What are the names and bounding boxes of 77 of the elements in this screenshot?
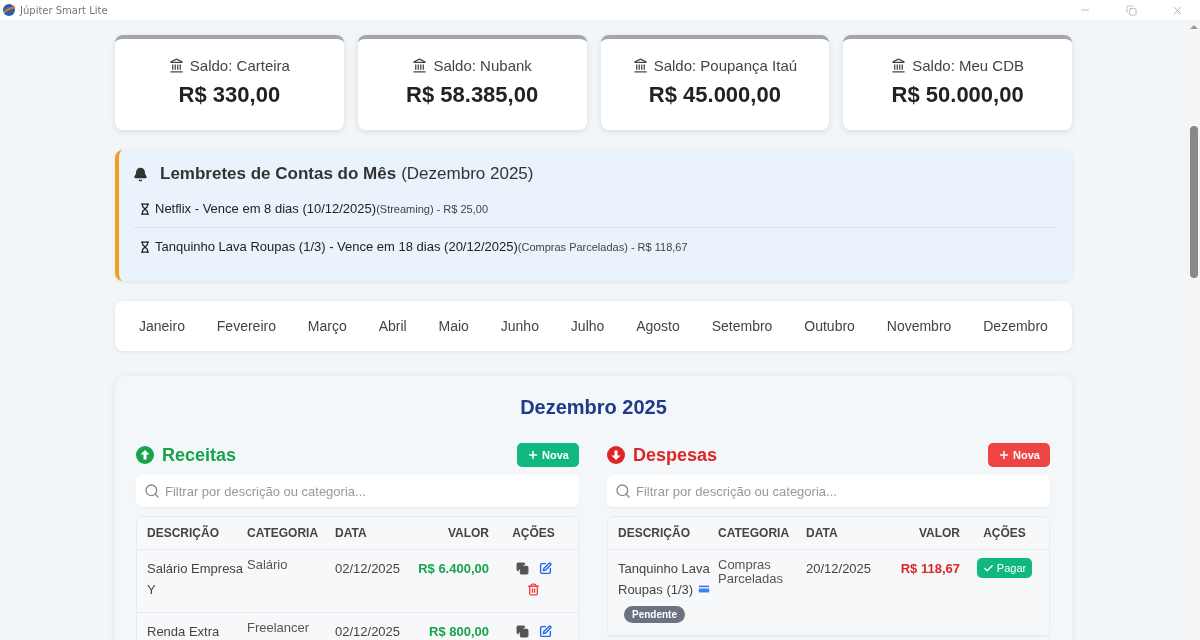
hourglass-icon: [139, 240, 151, 253]
app-logo-icon: [3, 4, 15, 16]
description-text: Tanquinho Lava Roupas (1/3): [618, 560, 713, 599]
edit-button[interactable]: [538, 562, 552, 575]
hourglass-icon: [139, 202, 151, 215]
month-tab[interactable]: Julho: [566, 312, 609, 340]
balance-amount: R$ 45.000,00: [648, 82, 781, 108]
search-field[interactable]: Filtrar por descrição ou categoria...: [607, 475, 1050, 507]
bell-icon: [133, 166, 148, 182]
description-text: Salário Empresa Y: [147, 560, 245, 599]
column-header: DESCRIÇÃO: [618, 524, 691, 542]
balance-amount: R$ 58.385,00: [406, 82, 539, 108]
month-tab[interactable]: Setembro: [707, 312, 777, 340]
reminder-text: Netflix - Vence em 8 dias (10/12/2025): [155, 201, 377, 216]
month-tab[interactable]: Março: [303, 312, 351, 340]
month-tab[interactable]: Fevereiro: [212, 312, 280, 340]
arrow-up-circle-icon: [136, 446, 154, 464]
description-text: Renda Extra: [147, 623, 220, 640]
new-button[interactable]: Nova: [988, 443, 1050, 467]
month-tab[interactable]: Outubro: [800, 312, 859, 340]
balance-amount: R$ 330,00: [178, 82, 281, 108]
column-header: CATEGORIA: [718, 525, 791, 542]
column-header: VALOR: [917, 525, 960, 542]
delete-button[interactable]: [527, 583, 540, 596]
period-title: Dezembro 2025: [519, 396, 668, 419]
search-icon: [144, 483, 160, 499]
arrow-down-circle-icon: [607, 446, 625, 464]
date-text: 02/12/2025: [335, 560, 401, 578]
copy-button[interactable]: [515, 562, 529, 575]
search-icon: [615, 483, 631, 499]
column-header: AÇÕES: [511, 524, 556, 542]
plus-icon: [527, 449, 540, 461]
balance-label: Saldo: Meu CDB: [912, 57, 1024, 74]
copy-button[interactable]: [515, 625, 529, 638]
restore-icon: [1125, 4, 1137, 16]
check-icon: [982, 562, 994, 574]
edit-button[interactable]: [538, 625, 552, 638]
month-tab[interactable]: Janeiro: [135, 312, 189, 340]
bank-icon: [891, 58, 907, 73]
column-header: CATEGORIA: [247, 525, 320, 542]
month-tab[interactable]: Maio: [434, 312, 473, 340]
value-text: R$ 118,67: [900, 560, 960, 578]
category-text: Salário: [247, 558, 288, 572]
status-badge: Pendente: [624, 606, 685, 623]
window-title: Júpiter Smart Lite: [20, 4, 108, 16]
plus-icon: [998, 449, 1011, 461]
month-tab[interactable]: Junho: [496, 312, 543, 340]
column-header: VALOR: [446, 525, 489, 542]
month-tab[interactable]: Novembro: [882, 312, 956, 340]
month-tab[interactable]: Agosto: [632, 312, 684, 340]
date-text: 02/12/2025: [335, 623, 401, 640]
section-title: Despesas: [633, 444, 718, 466]
bank-icon: [412, 58, 428, 73]
reminders-period: (Dezembro 2025): [401, 164, 534, 184]
value-text: R$ 800,00: [429, 623, 489, 640]
column-header: DATA: [335, 525, 368, 542]
reminder-text: Tanquinho Lava Roupas (1/3) - Vence em 18 dias (20/12/2025): [155, 239, 518, 254]
column-header: DESCRIÇÃO: [147, 524, 220, 542]
value-text: R$ 6.400,00: [418, 560, 489, 578]
balance-amount: R$ 50.000,00: [891, 82, 1024, 108]
section-title: Receitas: [162, 444, 237, 466]
balance-label: Saldo: Poupança Itaú: [653, 57, 798, 74]
month-tab[interactable]: Abril: [374, 312, 411, 340]
reminder-detail: (Streaming) - R$ 25,00: [376, 202, 488, 215]
balance-label: Saldo: Carteira: [189, 57, 290, 74]
category-text: Compras Parceladas: [718, 558, 785, 586]
bank-icon: [632, 58, 648, 73]
column-header: AÇÕES: [982, 524, 1027, 542]
search-field[interactable]: Filtrar por descrição ou categoria...: [136, 475, 579, 507]
bank-icon: [168, 58, 184, 73]
month-tab[interactable]: Dezembro: [979, 312, 1052, 340]
category-text: Freelancer: [247, 621, 310, 635]
balance-label: Saldo: Nubank: [433, 57, 532, 74]
reminders-title: Lembretes de Contas do Mês: [160, 164, 397, 184]
column-header: DATA: [806, 525, 839, 542]
reminder-detail: (Compras Parceladas) - R$ 118,67: [517, 240, 688, 253]
date-text: 20/12/2025: [806, 560, 872, 578]
